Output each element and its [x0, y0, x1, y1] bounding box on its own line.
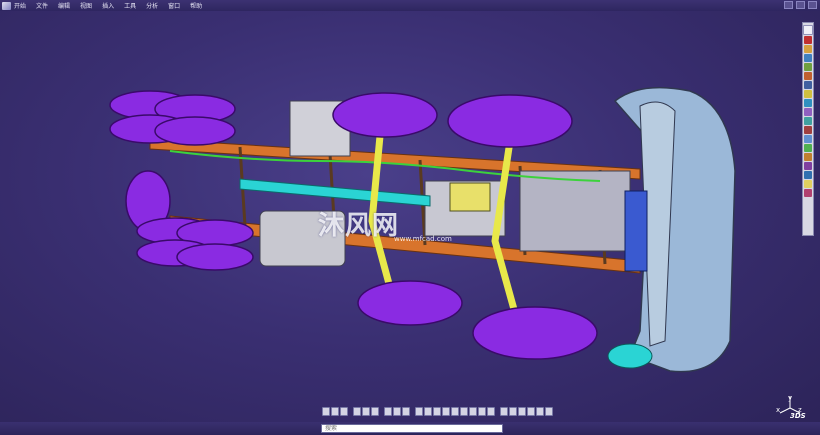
- yellow-component: [449, 182, 491, 212]
- minimize-icon[interactable]: [784, 1, 793, 9]
- brand-logo: 3DS: [790, 412, 806, 420]
- shaft-icon[interactable]: [804, 63, 812, 71]
- driveshaft: [239, 178, 431, 207]
- view-mode-icon[interactable]: [402, 406, 410, 416]
- part-design-icon[interactable]: [804, 189, 812, 197]
- hole-icon[interactable]: [804, 81, 812, 89]
- iso-view-icon[interactable]: [433, 406, 441, 416]
- rib-icon[interactable]: [804, 90, 812, 98]
- menu-analyze[interactable]: 分析: [146, 1, 158, 10]
- front-view-icon[interactable]: [442, 406, 450, 416]
- measure-icon[interactable]: [804, 153, 812, 161]
- menu-file[interactable]: 文件: [36, 1, 48, 10]
- apply-material-icon[interactable]: [804, 162, 812, 170]
- menu-window[interactable]: 窗口: [168, 1, 180, 10]
- menu-edit[interactable]: 编辑: [58, 1, 70, 10]
- menu-view[interactable]: 视图: [80, 1, 92, 10]
- close-icon[interactable]: [808, 1, 817, 9]
- fly-mode-icon[interactable]: [322, 406, 330, 416]
- back-view-icon[interactable]: [478, 406, 486, 416]
- bottom-toolbar: [322, 405, 572, 417]
- mirror-icon[interactable]: [804, 135, 812, 143]
- axis-y-label: y: [788, 394, 793, 402]
- swap-space-icon[interactable]: [424, 406, 432, 416]
- material-icon[interactable]: [536, 406, 544, 416]
- chamfer-icon[interactable]: [804, 108, 812, 116]
- right-view-icon[interactable]: [460, 406, 468, 416]
- bottom-view-icon[interactable]: [487, 406, 495, 416]
- top-view-icon[interactable]: [451, 406, 459, 416]
- zoom-out-icon[interactable]: [371, 406, 379, 416]
- pocket-icon[interactable]: [804, 54, 812, 62]
- hide-show-icon[interactable]: [415, 406, 423, 416]
- edges-icon[interactable]: [518, 406, 526, 416]
- right-toolbar: [802, 22, 814, 236]
- app-logo-icon[interactable]: [2, 1, 11, 10]
- fillet-icon[interactable]: [804, 99, 812, 107]
- restore-icon[interactable]: [796, 1, 805, 9]
- 3d-viewport[interactable]: 沐风网 www.mfcad.com: [0, 11, 820, 422]
- zoom-in-icon[interactable]: [362, 406, 370, 416]
- menu-start[interactable]: 开始: [14, 1, 26, 10]
- draft-icon[interactable]: [804, 117, 812, 125]
- fit-all-icon[interactable]: [331, 406, 339, 416]
- command-input[interactable]: [321, 424, 503, 433]
- light-icon[interactable]: [804, 180, 812, 188]
- pan-icon[interactable]: [340, 406, 348, 416]
- watermark-url: www.mfcad.com: [394, 235, 452, 243]
- pattern-icon[interactable]: [804, 144, 812, 152]
- rear-tires: [109, 90, 254, 271]
- select-icon[interactable]: [803, 25, 813, 35]
- shading-icon[interactable]: [500, 406, 508, 416]
- layer-icon[interactable]: [545, 406, 553, 416]
- truck-chassis-model: [109, 86, 736, 373]
- sketch-icon[interactable]: [804, 36, 812, 44]
- watermark-text: 沐风网: [318, 211, 400, 241]
- menu-insert[interactable]: 插入: [102, 1, 114, 10]
- front-axle-hub: [607, 343, 653, 369]
- menu-help[interactable]: 帮助: [190, 1, 202, 10]
- engine-block: [519, 170, 631, 252]
- rotate-icon[interactable]: [353, 406, 361, 416]
- shell-icon[interactable]: [804, 126, 812, 134]
- perspective-icon[interactable]: [527, 406, 535, 416]
- pad-icon[interactable]: [804, 45, 812, 53]
- normal-view-icon[interactable]: [384, 406, 392, 416]
- menu-tools[interactable]: 工具: [124, 1, 136, 10]
- render-icon[interactable]: [804, 171, 812, 179]
- groove-icon[interactable]: [804, 72, 812, 80]
- wireframe-icon[interactable]: [509, 406, 517, 416]
- left-view-icon[interactable]: [469, 406, 477, 416]
- axis-x-label: x: [776, 406, 781, 414]
- quick-view-icon[interactable]: [393, 406, 401, 416]
- menu-bar: 开始 文件 编辑 视图 插入 工具 分析 窗口 帮助: [0, 0, 820, 11]
- window-controls: [784, 1, 817, 9]
- radiator: [624, 190, 648, 272]
